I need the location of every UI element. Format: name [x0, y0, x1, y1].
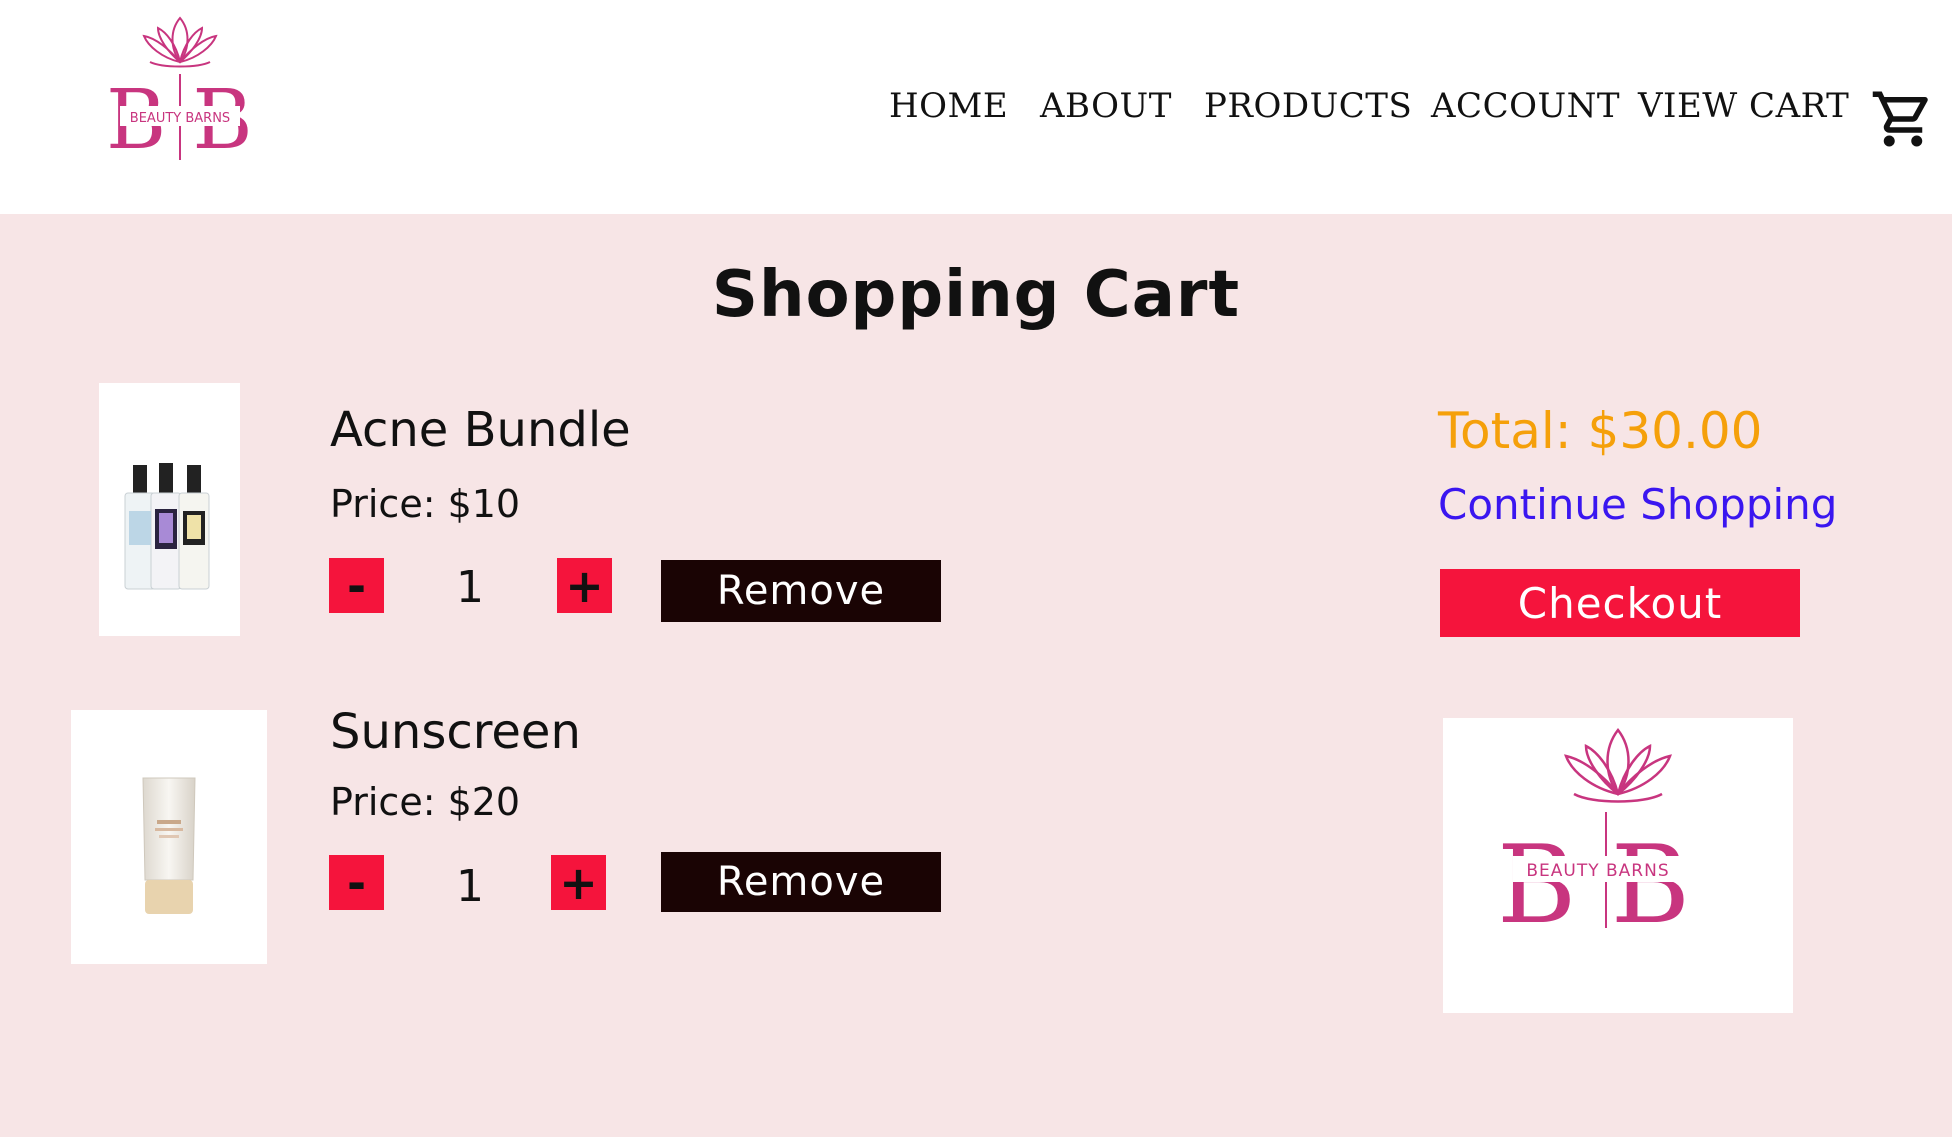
page-title: Shopping Cart	[711, 258, 1241, 332]
svg-text:BEAUTY BARNS: BEAUTY BARNS	[1526, 861, 1669, 881]
shopping-cart-icon[interactable]	[1870, 86, 1936, 152]
remove-item-button[interactable]: Remove	[661, 852, 941, 912]
continue-shopping-link[interactable]: Continue Shopping	[1438, 480, 1837, 529]
product-name: Acne Bundle	[330, 402, 631, 458]
quantity-value: 1	[456, 861, 484, 912]
brand-logo-large: B B BEAUTY BARNS	[1443, 718, 1793, 1013]
checkout-button[interactable]: Checkout	[1440, 569, 1800, 637]
serum-bottles-icon	[124, 463, 210, 590]
product-image-acne-bundle	[99, 383, 240, 636]
remove-item-button[interactable]: Remove	[661, 560, 941, 622]
lotus-logo-icon: B B BEAUTY BARNS	[1497, 727, 1703, 948]
product-image-sunscreen	[71, 710, 267, 964]
nav-view-cart[interactable]: VIEW CART	[1638, 86, 1849, 126]
product-price: Price: $10	[330, 482, 521, 526]
nav-products[interactable]: PRODUCTS	[1204, 86, 1412, 126]
lotus-logo-icon: B B BEAUTY BARNS	[106, 16, 253, 168]
product-name: Sunscreen	[330, 704, 581, 760]
site-header: B B BEAUTY BARNS HOME ABOUT PRODUCTS ACC…	[0, 0, 1952, 214]
quantity-value: 1	[456, 562, 484, 613]
decrease-quantity-button[interactable]: -	[329, 558, 384, 613]
nav-about[interactable]: ABOUT	[1040, 86, 1172, 126]
nav-home[interactable]: HOME	[889, 86, 1008, 126]
nav-account[interactable]: ACCOUNT	[1431, 86, 1620, 126]
brand-logo[interactable]: B B BEAUTY BARNS	[100, 10, 260, 168]
cart-total: Total: $30.00	[1438, 402, 1763, 460]
increase-quantity-button[interactable]: +	[551, 855, 606, 910]
svg-text:BEAUTY BARNS: BEAUTY BARNS	[130, 111, 230, 126]
svg-text:B B: B B	[1497, 823, 1690, 948]
increase-quantity-button[interactable]: +	[557, 558, 612, 613]
product-price: Price: $20	[330, 780, 521, 824]
decrease-quantity-button[interactable]: -	[329, 855, 384, 910]
sunscreen-tube-icon	[142, 777, 196, 914]
